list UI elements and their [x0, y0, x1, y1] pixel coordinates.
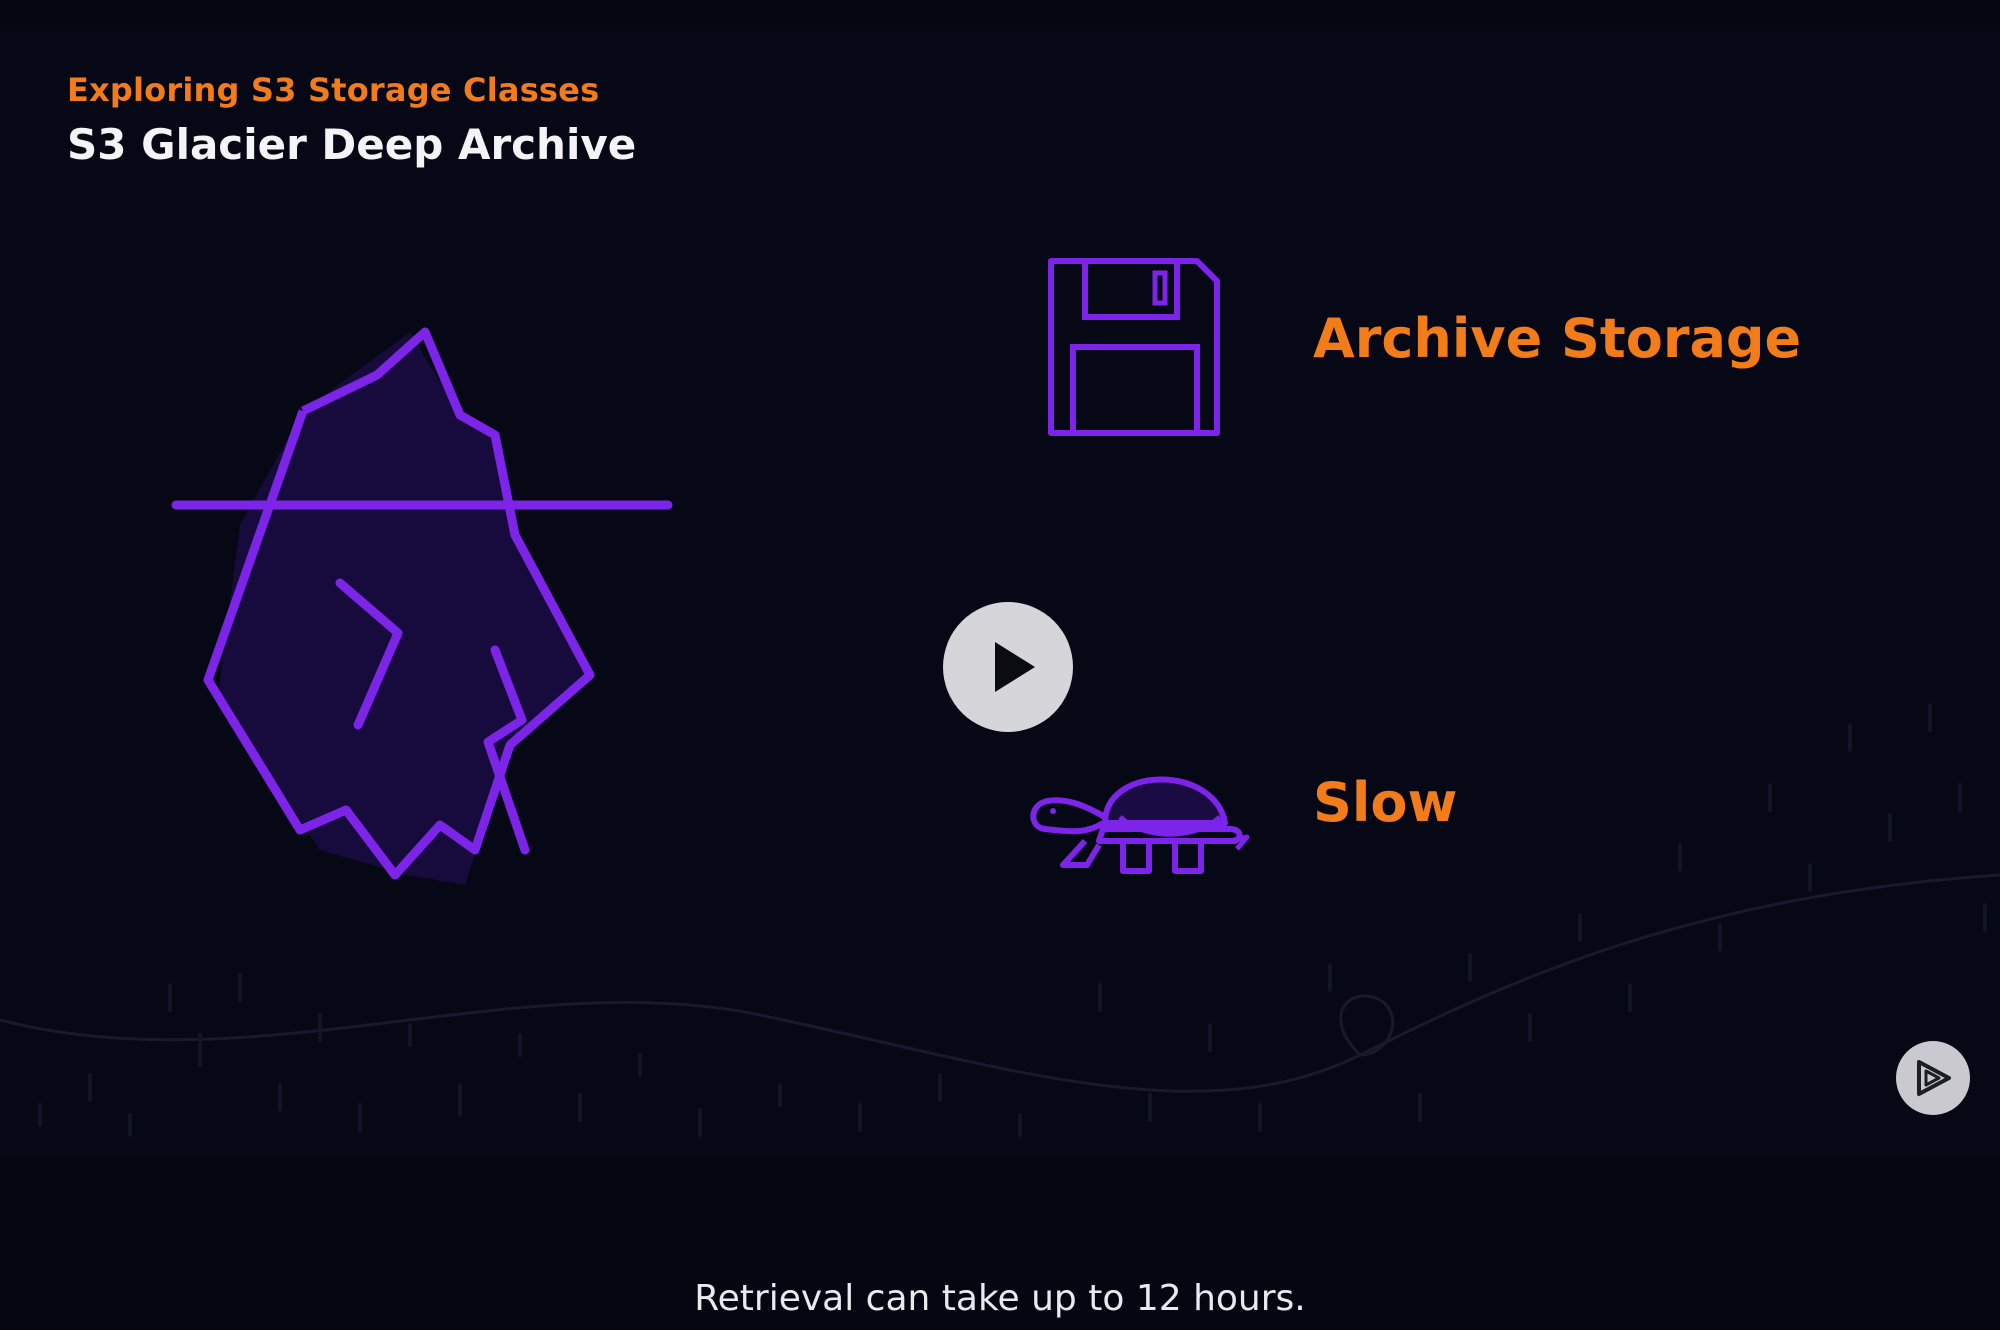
section-eyebrow: Exploring S3 Storage Classes — [67, 71, 600, 109]
video-player-screen: Exploring S3 Storage Classes S3 Glacier … — [0, 0, 2000, 1330]
pluralsight-logo-icon — [1917, 1060, 1951, 1096]
iceberg-icon — [171, 327, 673, 885]
slide-title: S3 Glacier Deep Archive — [67, 120, 637, 169]
feature-label-slow: Slow — [1313, 771, 1458, 834]
floppy-disk-icon — [1048, 258, 1220, 436]
subtitle-caption: Retrieval can take up to 12 hours. — [694, 1278, 1306, 1319]
play-icon — [995, 642, 1035, 692]
play-button[interactable] — [943, 602, 1073, 732]
video-frame[interactable]: Exploring S3 Storage Classes S3 Glacier … — [0, 25, 2000, 1157]
turtle-icon — [1030, 776, 1250, 874]
pluralsight-logo-button[interactable] — [1896, 1041, 1970, 1115]
feature-label-archive: Archive Storage — [1313, 307, 1802, 370]
